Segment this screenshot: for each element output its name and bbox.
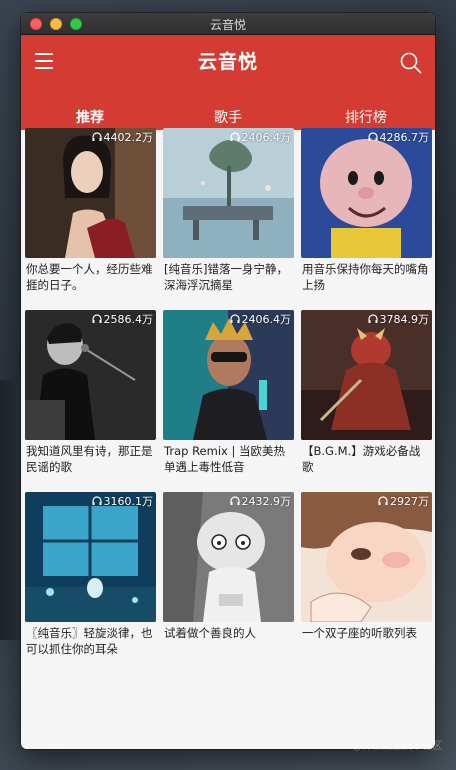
playlist-grid: 4402.2万 你总要一个人，经历些难捱的日子。 2406.4万 [纯音乐]错落… — [21, 128, 435, 674]
play-count: 3784.9万 — [367, 311, 429, 327]
headphones-icon — [91, 314, 102, 323]
headphones-icon — [367, 132, 378, 141]
playlist-cover: 3160.1万 — [25, 492, 156, 622]
app-title: 云音悦 — [197, 51, 258, 73]
play-count: 3160.1万 — [91, 493, 153, 509]
playlist-cover: 2406.4万 — [163, 310, 294, 440]
playlist-cover: 2586.4万 — [25, 310, 156, 440]
tab-recommend[interactable]: 推荐 — [21, 95, 159, 131]
playlist-title: 〖纯音乐〗轻旋淡律，也可以抓住你的耳朵 — [26, 626, 153, 656]
playlist-title: 我知道风里有诗，那正是民谣的歌 — [26, 444, 153, 474]
tab-bar: 推荐 歌手 排行榜 — [21, 107, 435, 131]
playlist-cover: 2432.9万 — [163, 492, 294, 622]
playlist-card[interactable]: 2406.4万 [纯音乐]错落一身宁静，深海浮沉摘星 — [163, 128, 294, 310]
playlist-cover: 3784.9万 — [301, 310, 432, 440]
headphones-icon — [378, 496, 388, 505]
window-title: 云音悦 — [209, 18, 246, 32]
playlist-card[interactable]: 3160.1万 〖纯音乐〗轻旋淡律，也可以抓住你的耳朵 — [25, 492, 156, 674]
headphones-icon — [229, 132, 240, 141]
play-count: 2406.4万 — [229, 311, 291, 327]
headphones-icon — [91, 132, 102, 141]
headphones-icon — [91, 496, 102, 505]
playlist-card[interactable]: 2586.4万 我知道风里有诗，那正是民谣的歌 — [25, 310, 156, 492]
playlist-title: 用音乐保持你每天的嘴角上扬 — [302, 262, 429, 292]
playlist-cover: 4286.7万 — [301, 128, 432, 258]
playlist-title: Trap Remix | 当欧美热单遇上毒性低音 — [164, 444, 286, 474]
window-titlebar[interactable]: 云音悦 — [21, 13, 435, 35]
app-header: 云音悦 推荐 歌手 排行榜 — [21, 35, 435, 131]
playlist-content[interactable]: 4402.2万 你总要一个人，经历些难捱的日子。 2406.4万 [纯音乐]错落… — [21, 128, 435, 749]
headphones-icon — [229, 496, 240, 505]
play-count: 2432.9万 — [229, 493, 291, 509]
tab-rankings[interactable]: 排行榜 — [297, 95, 435, 130]
playlist-cover: 4402.2万 — [25, 128, 156, 258]
search-icon[interactable] — [399, 51, 423, 75]
playlist-card[interactable]: 3784.9万 【B.G.M.】游戏必备战歌 — [301, 310, 432, 492]
headphones-icon — [367, 314, 378, 323]
playlist-title: 你总要一个人，经历些难捱的日子。 — [26, 262, 153, 292]
watermark: @稀土掘金技术社区 — [352, 741, 442, 752]
play-count: 2927万 — [378, 493, 429, 509]
tab-singers[interactable]: 歌手 — [159, 95, 297, 130]
playlist-cover: 2927万 — [301, 492, 432, 622]
playlist-card[interactable]: 2406.4万 Trap Remix | 当欧美热单遇上毒性低音 — [163, 310, 294, 492]
playlist-card[interactable]: 2927万 一个双子座的听歌列表 — [301, 492, 432, 674]
app-window: 云音悦 云音悦 推荐 歌手 排行榜 4402.2万 你总要一个人，经历些难捱的日… — [21, 13, 435, 749]
playlist-card[interactable]: 4286.7万 用音乐保持你每天的嘴角上扬 — [301, 128, 432, 310]
headphones-icon — [229, 314, 240, 323]
play-count: 2406.4万 — [229, 129, 291, 145]
playlist-title: 试着做个善良的人 — [164, 626, 256, 640]
play-count: 4286.7万 — [367, 129, 429, 145]
playlist-card[interactable]: 2432.9万 试着做个善良的人 — [163, 492, 294, 674]
playlist-title: 一个双子座的听歌列表 — [302, 626, 417, 640]
playlist-cover: 2406.4万 — [163, 128, 294, 258]
playlist-card[interactable]: 4402.2万 你总要一个人，经历些难捱的日子。 — [25, 128, 156, 310]
play-count: 4402.2万 — [91, 129, 153, 145]
play-count: 2586.4万 — [91, 311, 153, 327]
playlist-title: [纯音乐]错落一身宁静，深海浮沉摘星 — [164, 262, 288, 292]
playlist-title: 【B.G.M.】游戏必备战歌 — [302, 444, 421, 474]
